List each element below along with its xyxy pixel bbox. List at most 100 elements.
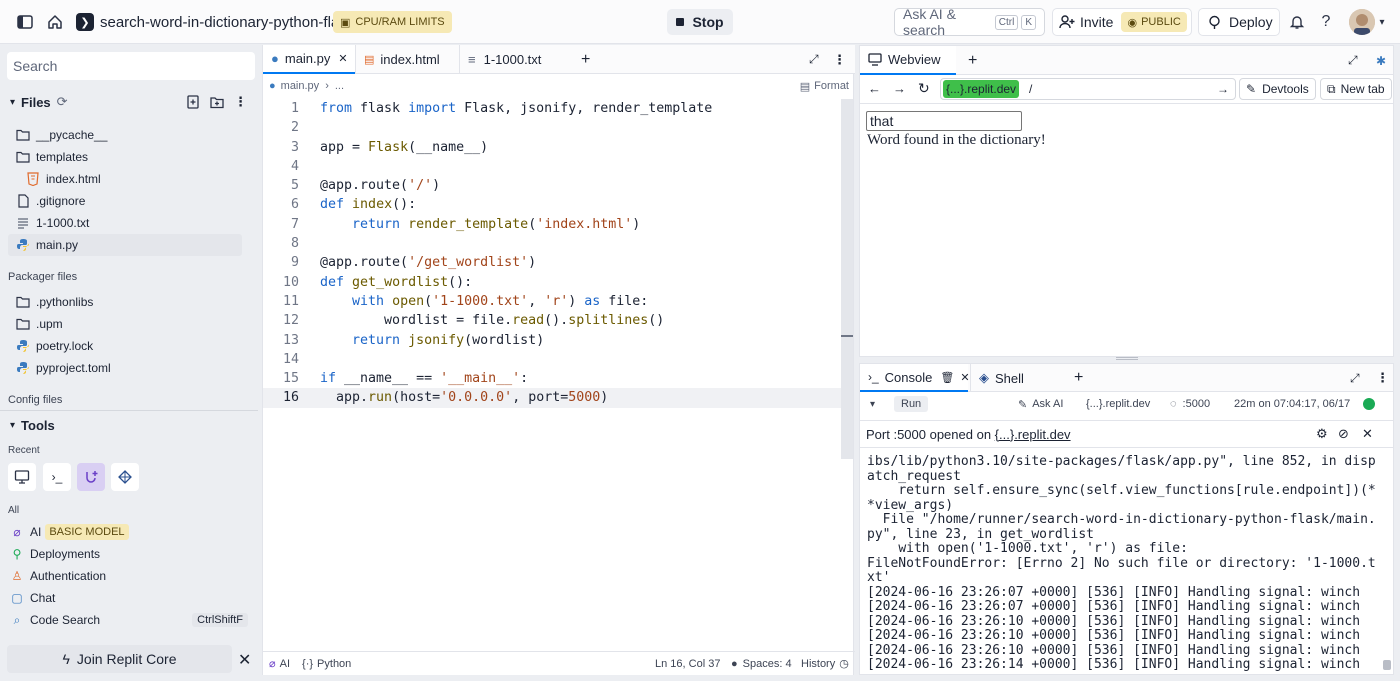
format-button[interactable]: ▤ Format <box>800 80 849 93</box>
status-cursor-position[interactable]: Ln 16, Col 37 <box>655 658 720 670</box>
sidebar-toggle-icon[interactable] <box>14 11 36 33</box>
tool-item[interactable]: ♙ Authentication <box>8 565 248 587</box>
expand-icon[interactable]: ⤢ <box>1342 364 1368 392</box>
more-options-icon[interactable]: ⋮ <box>234 94 247 110</box>
tool-item[interactable]: ⌕ Code Search CtrlShiftF <box>8 609 248 631</box>
deploy-button[interactable]: Deploy <box>1198 8 1280 36</box>
close-icon[interactable]: ✕ <box>238 650 251 670</box>
new-file-icon[interactable] <box>186 95 200 109</box>
more-options-icon[interactable]: ⋮ <box>825 45 854 74</box>
reload-icon[interactable]: ↻ <box>918 80 930 97</box>
console-scrollbar[interactable] <box>1383 660 1391 670</box>
repl-title[interactable]: ❯ search-word-in-dictionary-python-flask <box>76 11 354 33</box>
code-line[interactable]: 7 return render_template('index.html') <box>263 215 841 234</box>
expand-icon[interactable]: ⤢ <box>1340 46 1366 75</box>
expand-icon[interactable]: ⤢ <box>801 45 827 74</box>
code-line[interactable]: 14 <box>263 350 841 369</box>
tools-header[interactable]: ▾ Tools <box>10 418 55 433</box>
add-tab-icon[interactable]: + <box>960 46 985 75</box>
code-line[interactable]: 6 def index(): <box>263 195 841 214</box>
forward-icon[interactable]: → <box>893 81 906 96</box>
avatar[interactable] <box>1349 9 1375 35</box>
code-line[interactable]: 3 app = Flask(__name__) <box>263 138 841 157</box>
file-tree-item[interactable]: __pycache__ <box>8 124 242 146</box>
add-tab-icon[interactable]: + <box>573 45 598 74</box>
history-button[interactable]: History ◷ <box>801 657 849 671</box>
console-host[interactable]: {...}.replit.dev <box>1086 398 1150 410</box>
code-line[interactable]: 10 def get_wordlist(): <box>263 273 841 292</box>
run-button[interactable]: Run <box>894 396 929 412</box>
go-arrow-icon[interactable]: → <box>1217 82 1229 96</box>
file-tree-item[interactable]: templates <box>8 146 242 168</box>
add-tab-icon[interactable]: + <box>1066 364 1091 392</box>
breadcrumb-file[interactable]: main.py <box>281 80 320 92</box>
new-tab-button[interactable]: ⧉ New tab <box>1320 78 1392 100</box>
files-header[interactable]: ▾ Files ⟳ ⋮ <box>10 94 247 110</box>
tool-item[interactable]: ▢ Chat <box>8 587 248 609</box>
code-line[interactable]: 9 @app.route('/get_wordlist') <box>263 253 841 272</box>
breadcrumb-more[interactable]: ... <box>335 80 344 92</box>
close-icon[interactable]: ✕ <box>960 371 969 384</box>
console-output[interactable]: ibs/lib/python3.10/site-packages/flask/a… <box>867 454 1377 673</box>
packages-tool-icon[interactable] <box>111 463 139 491</box>
webview-tool-icon[interactable] <box>8 463 36 491</box>
more-options-icon[interactable]: ⋮ <box>1368 364 1397 392</box>
status-ai[interactable]: AI <box>280 658 290 670</box>
code-line[interactable]: 15 if __name__ == '__main__': <box>263 369 841 388</box>
tab-1-1000-txt[interactable]: ≡ 1-1000.txt <box>459 45 569 74</box>
packager-tree-item[interactable]: pyproject.toml <box>8 357 242 379</box>
packager-tree-item[interactable]: .upm <box>8 313 242 335</box>
word-input[interactable]: that <box>866 111 1022 131</box>
join-replit-core-button[interactable]: ϟ Join Replit Core <box>7 645 232 673</box>
file-tree-item[interactable]: index.html <box>8 168 242 190</box>
shell-tool-icon[interactable]: ›_ <box>43 463 71 491</box>
code-line[interactable]: 11 with open('1-1000.txt', 'r') as file: <box>263 292 841 311</box>
invite-button[interactable]: Invite ◉ PUBLIC <box>1052 8 1192 36</box>
file-tree-item[interactable]: main.py <box>8 234 242 256</box>
port-opened-link[interactable]: {...}.replit.dev <box>995 427 1071 442</box>
packager-tree-item[interactable]: .pythonlibs <box>8 291 242 313</box>
tab-webview[interactable]: Webview <box>860 46 956 75</box>
ask-ai-button[interactable]: ✎ Ask AI <box>1018 398 1063 411</box>
code-line[interactable]: 2 <box>263 118 841 137</box>
code-line[interactable]: 5 @app.route('/') <box>263 176 841 195</box>
console-port[interactable]: ◌ :5000 <box>1170 398 1210 410</box>
code-line[interactable]: 13 return jsonify(wordlist) <box>263 331 841 350</box>
url-bar[interactable]: {...}.replit.dev / → <box>940 78 1236 100</box>
file-tree-item[interactable]: .gitignore <box>8 190 242 212</box>
console-tool-icon[interactable] <box>77 463 105 491</box>
status-language[interactable]: Python <box>317 658 351 670</box>
code-line[interactable]: 8 <box>263 234 841 253</box>
editor-scrollbar[interactable] <box>841 99 853 459</box>
packager-tree-item[interactable]: poetry.lock <box>8 335 242 357</box>
trash-icon[interactable]: 🗑 <box>940 371 954 384</box>
tab-console[interactable]: ›_ Console 🗑 ✕ <box>860 364 970 392</box>
new-folder-icon[interactable] <box>210 95 224 109</box>
cpu-ram-limits-badge[interactable]: ▣ CPU/RAM LIMITS <box>333 11 452 33</box>
back-icon[interactable]: ← <box>868 81 881 96</box>
code-line[interactable]: 16 app.run(host='0.0.0.0', port=5000) <box>263 388 841 408</box>
ask-ai-search-input[interactable]: Ask AI & search Ctrl K <box>894 6 1045 38</box>
tab-main-py[interactable]: ● main.py ✕ <box>263 45 355 74</box>
gear-icon[interactable]: ⚙ <box>1316 426 1328 442</box>
chevron-down-icon[interactable]: ▾ <box>1376 11 1388 33</box>
bell-icon[interactable] <box>1286 11 1308 33</box>
stop-button[interactable]: Stop <box>667 9 733 35</box>
code-line[interactable]: 1 from flask import Flask, jsonify, rende… <box>263 99 841 118</box>
status-spaces[interactable]: ● Spaces: 4 <box>731 658 792 670</box>
tab-shell[interactable]: ◈ Shell <box>970 364 1058 392</box>
close-icon[interactable]: ✕ <box>1362 426 1373 442</box>
file-search-input[interactable]: Search <box>7 52 255 80</box>
home-icon[interactable] <box>44 11 66 33</box>
tool-item[interactable]: ⚲ Deployments <box>8 543 248 565</box>
help-icon[interactable]: ? <box>1315 11 1337 33</box>
hide-icon[interactable]: ⊘ <box>1338 426 1349 442</box>
tool-item[interactable]: ⌀ AI BASIC MODEL <box>8 521 248 543</box>
file-tree-item[interactable]: 1-1000.txt <box>8 212 242 234</box>
code-line[interactable]: 12 wordlist = file.read().splitlines() <box>263 311 841 330</box>
code-area[interactable]: 1 from flask import Flask, jsonify, rende… <box>263 99 841 408</box>
close-icon[interactable]: ✕ <box>338 52 347 65</box>
chevron-down-icon[interactable]: ▾ <box>870 399 875 410</box>
tab-index-html[interactable]: ▤ index.html <box>355 45 459 74</box>
devtools-button[interactable]: ✎ Devtools <box>1239 78 1316 100</box>
